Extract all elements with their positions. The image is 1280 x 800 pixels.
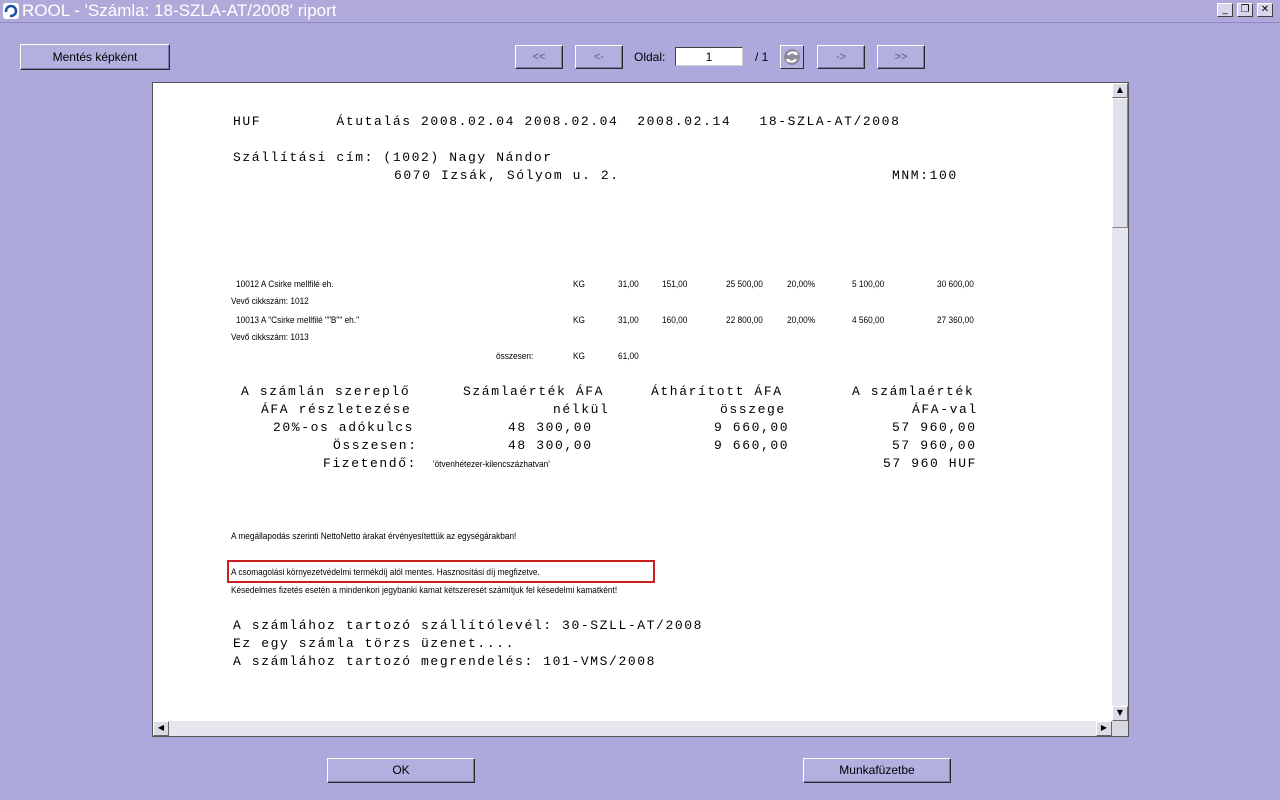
payable-amount: 57 960 HUF xyxy=(883,456,978,471)
vat-header-3: Áthárított ÁFA xyxy=(651,384,783,399)
invoice-header-line: HUF Átutalás 2008.02.04 2008.02.04 2008.… xyxy=(233,114,901,129)
footer-master-message: Ez egy számla törzs üzenet.... xyxy=(233,636,516,651)
item-vat-amount: 4 560,00 xyxy=(852,315,885,325)
footer-order: A számlához tartozó megrendelés: 101-VMS… xyxy=(233,654,657,669)
vertical-scroll-thumb[interactable] xyxy=(1112,98,1128,228)
item-qty: 31,00 xyxy=(618,279,639,289)
scroll-left-button[interactable]: ◀ xyxy=(153,721,169,736)
sum-unit: KG xyxy=(573,351,585,361)
item-buyer-code: Vevő cikkszám: 1012 xyxy=(231,296,309,306)
item-price: 160,00 xyxy=(662,315,688,325)
prev-page-button[interactable]: <- xyxy=(575,45,623,69)
scroll-down-button[interactable]: ▼ xyxy=(1112,706,1128,721)
scrollbar-corner xyxy=(1112,721,1128,736)
save-as-image-button[interactable]: Mentés képként xyxy=(20,44,170,70)
note-netto-prices: A megállapodás szerinti NettoNetto áraka… xyxy=(231,531,517,541)
footer-delivery-note: A számlához tartozó szállítólevél: 30-SZ… xyxy=(233,618,704,633)
to-workbook-button[interactable]: Munkafüzetbe xyxy=(803,758,951,783)
item-vat-amount: 5 100,00 xyxy=(852,279,885,289)
vat-header-1b: ÁFA részletezése xyxy=(261,402,412,417)
item-vat: 20,00% xyxy=(787,315,816,325)
page-number-input[interactable] xyxy=(675,47,743,66)
item-buyer-code: Vevő cikkszám: 1013 xyxy=(231,332,309,342)
payable-words: 'ötvenhétezer-kilencszázhatvan' xyxy=(433,459,550,469)
window-title: ROOL - 'Számla: 18-SZLA-AT/2008' riport xyxy=(22,1,337,20)
vat-header-2: Számlaérték ÁFA xyxy=(463,384,605,399)
item-unit: KG xyxy=(573,315,585,325)
last-page-button[interactable]: >> xyxy=(877,45,925,69)
vat-row2-vat: 9 660,00 xyxy=(714,438,790,453)
item-description: 10013 A "Csirke mellfilé ""B"" eh." xyxy=(236,315,360,325)
vat-row1-net: 48 300,00 xyxy=(508,420,593,435)
item-price: 151,00 xyxy=(662,279,688,289)
vat-row1-label: 20%-os adókulcs xyxy=(273,420,415,435)
restore-button[interactable]: ❐ xyxy=(1237,3,1253,17)
mnm-value: MNM:100 xyxy=(892,168,958,183)
vat-row2-gross: 57 960,00 xyxy=(892,438,977,453)
sum-label: összesen: xyxy=(496,351,534,361)
scroll-right-button[interactable]: ▶ xyxy=(1096,721,1112,736)
item-gross: 30 600,00 xyxy=(937,279,974,289)
close-button[interactable]: ✕ xyxy=(1257,3,1273,17)
first-page-button[interactable]: << xyxy=(515,45,563,69)
scroll-up-button[interactable]: ▲ xyxy=(1112,83,1128,98)
highlight-box xyxy=(227,560,655,583)
vat-header-1: A számlán szereplő xyxy=(241,384,411,399)
shipping-address-line2: 6070 Izsák, Sólyom u. 2. xyxy=(394,168,620,183)
vat-header-2b: nélkül xyxy=(553,402,610,417)
vat-row1-vat: 9 660,00 xyxy=(714,420,790,435)
vat-header-3b: összege xyxy=(720,402,786,417)
item-gross: 27 360,00 xyxy=(937,315,974,325)
item-vat: 20,00% xyxy=(787,279,816,289)
title-bar: ROOL - 'Számla: 18-SZLA-AT/2008' riport … xyxy=(0,0,1280,23)
vat-row1-gross: 57 960,00 xyxy=(892,420,977,435)
app-logo-icon xyxy=(3,3,19,19)
refresh-button[interactable] xyxy=(780,45,804,69)
shipping-address-line1: Szállítási cím: (1002) Nagy Nándor xyxy=(233,150,553,165)
report-page[interactable]: HUF Átutalás 2008.02.04 2008.02.04 2008.… xyxy=(153,83,1112,721)
item-net: 25 500,00 xyxy=(726,279,763,289)
vat-header-4b: ÁFA-val xyxy=(912,402,978,417)
minimize-button[interactable]: _ xyxy=(1217,3,1233,17)
horizontal-scrollbar[interactable] xyxy=(153,721,1112,736)
item-qty: 31,00 xyxy=(618,315,639,325)
ok-button[interactable]: OK xyxy=(327,758,475,783)
page-label: Oldal: xyxy=(634,50,666,64)
vat-header-4: A számlaérték xyxy=(852,384,975,399)
page-total: / 1 xyxy=(755,50,769,64)
payable-label: Fizetendő: xyxy=(323,456,418,471)
vat-row2-label: Összesen: xyxy=(333,438,418,453)
next-page-button[interactable]: -> xyxy=(817,45,865,69)
item-net: 22 800,00 xyxy=(726,315,763,325)
refresh-icon xyxy=(784,49,800,65)
note-late-payment: Késedelmes fizetés esetén a mindenkori j… xyxy=(231,585,618,595)
item-description: 10012 A Csirke mellfilé eh. xyxy=(236,279,334,289)
sum-qty: 61,00 xyxy=(618,351,639,361)
item-unit: KG xyxy=(573,279,585,289)
vat-row2-net: 48 300,00 xyxy=(508,438,593,453)
